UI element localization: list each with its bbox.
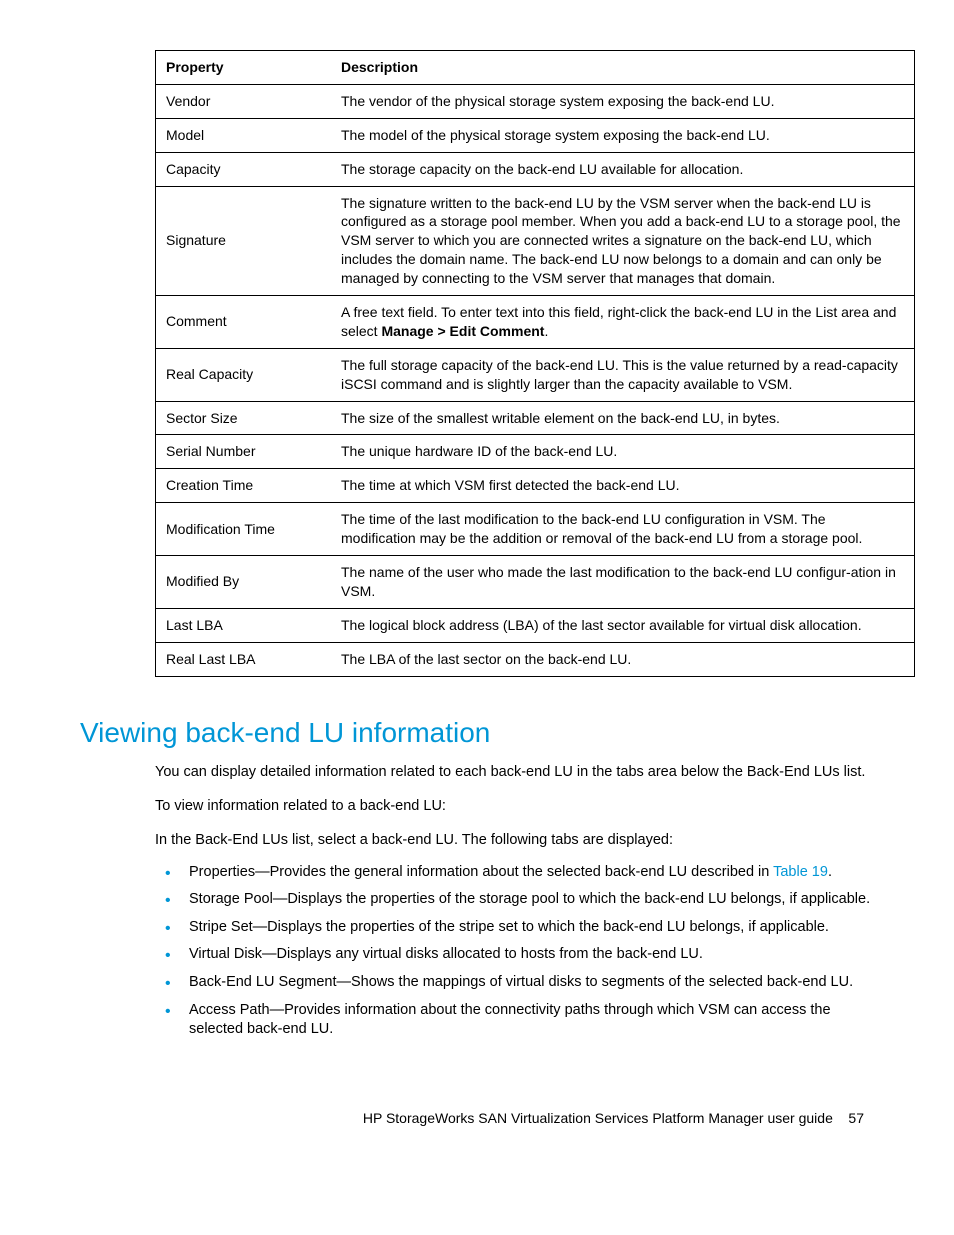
table-row: Serial Number The unique hardware ID of …	[156, 435, 915, 469]
property-cell: Serial Number	[156, 435, 332, 469]
table-row: Last LBA The logical block address (LBA)…	[156, 608, 915, 642]
header-property: Property	[156, 51, 332, 85]
description-cell: The logical block address (LBA) of the l…	[331, 608, 915, 642]
description-cell: The time at which VSM first detected the…	[331, 469, 915, 503]
section-heading: Viewing back-end LU information	[80, 717, 884, 749]
table-row: Modified By The name of the user who mad…	[156, 556, 915, 609]
list-item: Properties—Provides the general informat…	[179, 863, 884, 883]
paragraph: In the Back-End LUs list, select a back-…	[155, 831, 884, 851]
description-cell: The storage capacity on the back-end LU …	[331, 152, 915, 186]
description-cell: The size of the smallest writable elemen…	[331, 401, 915, 435]
table-row: Real Capacity The full storage capacity …	[156, 348, 915, 401]
table-row: Sector Size The size of the smallest wri…	[156, 401, 915, 435]
table-row: Capacity The storage capacity on the bac…	[156, 152, 915, 186]
header-description: Description	[331, 51, 915, 85]
description-cell: The signature written to the back-end LU…	[331, 186, 915, 295]
paragraph: You can display detailed information rel…	[155, 763, 884, 783]
list-item: Storage Pool—Displays the properties of …	[179, 890, 884, 910]
property-cell: Capacity	[156, 152, 332, 186]
property-cell: Creation Time	[156, 469, 332, 503]
description-cell: The LBA of the last sector on the back-e…	[331, 642, 915, 676]
page-number: 57	[848, 1110, 864, 1126]
properties-table: Property Description Vendor The vendor o…	[155, 50, 915, 677]
cross-reference-link[interactable]: Table 19	[773, 864, 828, 880]
paragraph: To view information related to a back-en…	[155, 797, 884, 817]
property-cell: Modified By	[156, 556, 332, 609]
table-header-row: Property Description	[156, 51, 915, 85]
tabs-list: Properties—Provides the general informat…	[155, 863, 884, 1040]
table-row: Modification Time The time of the last m…	[156, 503, 915, 556]
text-fragment: .	[828, 864, 832, 880]
text-fragment: .	[544, 323, 548, 339]
description-cell: The time of the last modification to the…	[331, 503, 915, 556]
list-item: Access Path—Provides information about t…	[179, 1001, 884, 1040]
page-footer: HP StorageWorks SAN Virtualization Servi…	[80, 1110, 884, 1126]
property-cell: Model	[156, 118, 332, 152]
property-cell: Modification Time	[156, 503, 332, 556]
property-cell: Real Capacity	[156, 348, 332, 401]
description-cell: The model of the physical storage system…	[331, 118, 915, 152]
text-fragment: Properties—Provides the general informat…	[189, 864, 773, 880]
document-page: Property Description Vendor The vendor o…	[0, 0, 954, 1166]
table-row: Vendor The vendor of the physical storag…	[156, 84, 915, 118]
description-cell: A free text field. To enter text into th…	[331, 296, 915, 349]
bold-text: Manage > Edit Comment	[381, 323, 544, 339]
description-cell: The vendor of the physical storage syste…	[331, 84, 915, 118]
property-cell: Real Last LBA	[156, 642, 332, 676]
description-cell: The full storage capacity of the back-en…	[331, 348, 915, 401]
property-cell: Last LBA	[156, 608, 332, 642]
description-cell: The name of the user who made the last m…	[331, 556, 915, 609]
property-cell: Sector Size	[156, 401, 332, 435]
list-item: Virtual Disk—Displays any virtual disks …	[179, 945, 884, 965]
property-cell: Vendor	[156, 84, 332, 118]
footer-title: HP StorageWorks SAN Virtualization Servi…	[363, 1110, 833, 1126]
list-item: Back-End LU Segment—Shows the mappings o…	[179, 973, 884, 993]
property-cell: Comment	[156, 296, 332, 349]
property-cell: Signature	[156, 186, 332, 295]
table-row: Comment A free text field. To enter text…	[156, 296, 915, 349]
table-row: Real Last LBA The LBA of the last sector…	[156, 642, 915, 676]
description-cell: The unique hardware ID of the back-end L…	[331, 435, 915, 469]
table-row: Model The model of the physical storage …	[156, 118, 915, 152]
table-row: Creation Time The time at which VSM firs…	[156, 469, 915, 503]
table-row: Signature The signature written to the b…	[156, 186, 915, 295]
list-item: Stripe Set—Displays the properties of th…	[179, 918, 884, 938]
